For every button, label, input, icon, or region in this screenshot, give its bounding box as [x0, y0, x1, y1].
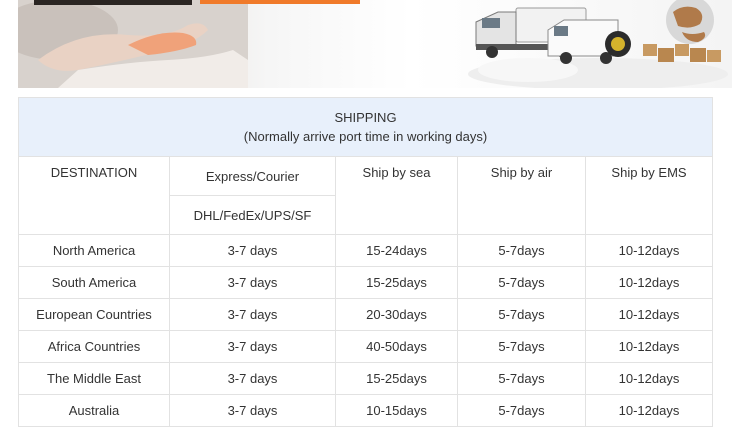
banner-orange-bar: [200, 0, 360, 4]
cell-destination: Australia: [18, 394, 170, 427]
cell-sea: 10-15days: [335, 394, 458, 427]
shipping-banner: [18, 0, 732, 88]
shipping-table: SHIPPING (Normally arrive port time in w…: [18, 97, 713, 427]
cell-express: 3-7 days: [169, 362, 336, 395]
banner-dark-bar: [34, 0, 192, 5]
hands-illustration: [18, 0, 248, 88]
cell-express: 3-7 days: [169, 298, 336, 331]
cell-destination: South America: [18, 266, 170, 299]
table-header-row: DESTINATION Express/Courier Ship by sea …: [18, 156, 713, 235]
cell-air: 5-7days: [457, 298, 586, 331]
cell-sea: 15-25days: [335, 362, 458, 395]
cell-ems: 10-12days: [585, 234, 713, 267]
cell-destination: European Countries: [18, 298, 170, 331]
cell-ems: 10-12days: [585, 298, 713, 331]
table-title-row: SHIPPING (Normally arrive port time in w…: [18, 97, 713, 157]
cell-express: 3-7 days: [169, 330, 336, 363]
header-express-carriers: DHL/FedEx/UPS/SF: [169, 195, 336, 235]
header-ems: Ship by EMS: [585, 156, 713, 235]
table-row: North America 3-7 days 15-24days 5-7days…: [18, 234, 713, 267]
cell-destination: The Middle East: [18, 362, 170, 395]
cell-express: 3-7 days: [169, 234, 336, 267]
table-row: Africa Countries 3-7 days 40-50days 5-7d…: [18, 330, 713, 363]
cell-ems: 10-12days: [585, 330, 713, 363]
header-sea: Ship by sea: [335, 156, 458, 235]
cell-ems: 10-12days: [585, 266, 713, 299]
table-row: The Middle East 3-7 days 15-25days 5-7da…: [18, 362, 713, 395]
table-row: European Countries 3-7 days 20-30days 5-…: [18, 298, 713, 331]
table-subtitle: (Normally arrive port time in working da…: [243, 129, 488, 144]
header-air: Ship by air: [457, 156, 586, 235]
cell-air: 5-7days: [457, 362, 586, 395]
table-title-cell: SHIPPING (Normally arrive port time in w…: [18, 97, 713, 157]
table-title: SHIPPING: [334, 110, 397, 125]
cell-air: 5-7days: [457, 330, 586, 363]
header-express: Express/Courier: [169, 156, 336, 196]
cell-express: 3-7 days: [169, 266, 336, 299]
cell-express: 3-7 days: [169, 394, 336, 427]
table-row: South America 3-7 days 15-25days 5-7days…: [18, 266, 713, 299]
cell-destination: Africa Countries: [18, 330, 170, 363]
cell-air: 5-7days: [457, 266, 586, 299]
table-row: Australia 3-7 days 10-15days 5-7days 10-…: [18, 394, 713, 427]
cell-ems: 10-12days: [585, 362, 713, 395]
cell-sea: 20-30days: [335, 298, 458, 331]
cell-air: 5-7days: [457, 394, 586, 427]
header-destination: DESTINATION: [18, 156, 170, 235]
cell-air: 5-7days: [457, 234, 586, 267]
cell-sea: 15-24days: [335, 234, 458, 267]
cell-ems: 10-12days: [585, 394, 713, 427]
cell-sea: 40-50days: [335, 330, 458, 363]
cell-destination: North America: [18, 234, 170, 267]
cell-sea: 15-25days: [335, 266, 458, 299]
truck-globe-illustration: [468, 0, 728, 88]
